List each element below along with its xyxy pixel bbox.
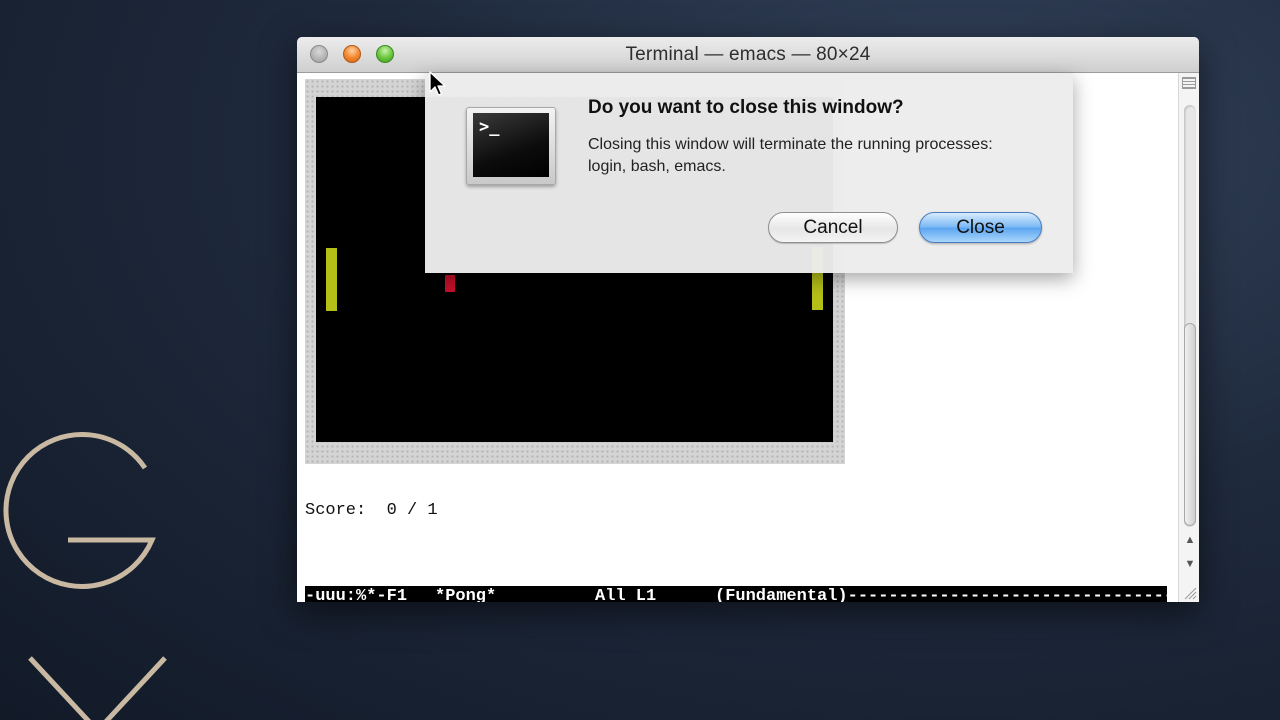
left-paddle bbox=[326, 248, 337, 311]
window-title: Terminal — emacs — 80×24 bbox=[625, 44, 871, 65]
resize-grip-icon[interactable] bbox=[1181, 584, 1197, 600]
pong-ball bbox=[445, 275, 455, 292]
scroll-up-arrow-icon[interactable]: ▲ bbox=[1183, 533, 1197, 547]
emacs-modeline: -uuu:%*-F1 *Pong* All L1 (Fundamental)--… bbox=[305, 586, 1167, 602]
vertical-scrollbar[interactable]: ▲ ▼ bbox=[1178, 73, 1199, 602]
split-pane-icon[interactable] bbox=[1182, 77, 1196, 89]
modeline-status: -uuu:%*-F1 bbox=[305, 587, 408, 602]
score-line: Score: 0 / 1 bbox=[305, 501, 438, 520]
close-button[interactable]: Close bbox=[919, 212, 1042, 243]
cancel-button[interactable]: Cancel bbox=[768, 212, 898, 243]
modeline-buffer-name: *Pong* bbox=[435, 587, 497, 602]
dialog-message: Closing this window will terminate the r… bbox=[588, 136, 993, 175]
scroll-track[interactable] bbox=[1184, 105, 1196, 527]
terminal-app-icon: >_ bbox=[466, 107, 556, 185]
terminal-prompt-icon: >_ bbox=[473, 113, 549, 177]
close-confirmation-dialog: >_ Do you want to close this window? Clo… bbox=[425, 73, 1073, 273]
dialog-title: Do you want to close this window? bbox=[588, 97, 904, 118]
scroll-down-arrow-icon[interactable]: ▼ bbox=[1183, 557, 1197, 571]
modeline-mode: (Fundamental)---------------------------… bbox=[715, 587, 1167, 602]
scroll-thumb[interactable] bbox=[1184, 323, 1196, 526]
mouse-cursor-icon bbox=[429, 71, 446, 96]
window-titlebar[interactable]: Terminal — emacs — 80×24 bbox=[297, 37, 1199, 73]
modeline-position: All L1 bbox=[595, 587, 657, 602]
